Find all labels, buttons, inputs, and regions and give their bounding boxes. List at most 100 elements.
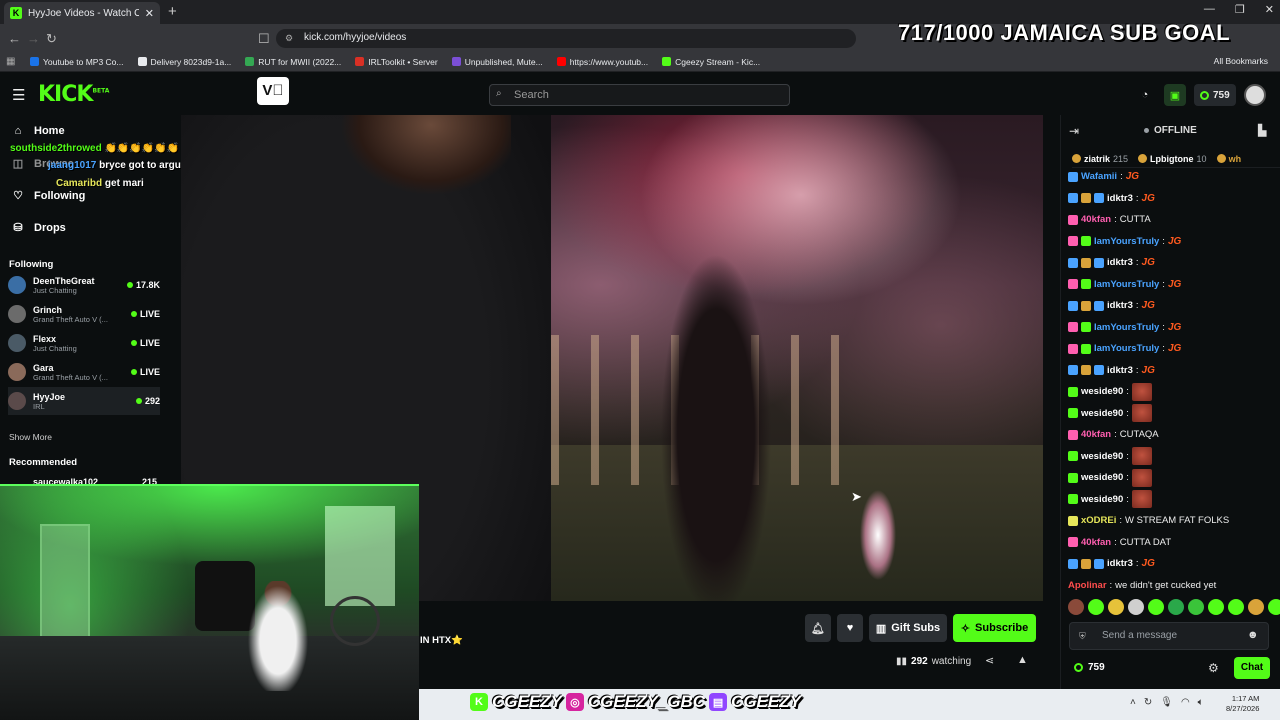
- store-icon[interactable]: ▣: [1164, 84, 1186, 106]
- back-icon[interactable]: ←: [8, 31, 21, 46]
- nav-drops[interactable]: ⛁ Drops: [12, 221, 65, 235]
- wifi-icon[interactable]: ◠: [1181, 697, 1190, 708]
- reload-icon[interactable]: ↻: [46, 31, 57, 47]
- following-channel[interactable]: Flexx Just Chatting LIVE: [8, 329, 160, 357]
- chat-username[interactable]: IamYoursTruly: [1094, 322, 1159, 333]
- chat-message[interactable]: Wafamii: JG: [1068, 166, 1278, 188]
- chat-message[interactable]: 40kfan: CUTTA: [1068, 209, 1278, 231]
- chat-username[interactable]: idktr3: [1107, 365, 1133, 376]
- chat-message[interactable]: weside90:: [1068, 467, 1278, 489]
- following-channel[interactable]: DeenTheGreat Just Chatting 17.8K: [8, 271, 160, 299]
- chat-username[interactable]: weside90: [1081, 494, 1123, 505]
- bookmark-item[interactable]: IRLToolkit • Server: [355, 57, 438, 67]
- chat-message[interactable]: 40kfan: CUTAQA: [1068, 424, 1278, 446]
- microphone-icon[interactable]: 🎙︎: [1160, 697, 1173, 708]
- chat-username[interactable]: xODREi: [1081, 515, 1116, 526]
- chat-message[interactable]: idktr3: JG: [1068, 553, 1278, 575]
- nav-following[interactable]: ♡ Following: [12, 189, 85, 203]
- chat-username[interactable]: Apolinar: [1068, 580, 1107, 591]
- chat-username[interactable]: idktr3: [1107, 193, 1133, 204]
- chat-username[interactable]: IamYoursTruly: [1094, 343, 1159, 354]
- chat-send-button[interactable]: Chat: [1234, 657, 1270, 679]
- bookmark-item[interactable]: Cgeezy Stream - Kic...: [662, 57, 760, 67]
- chat-message[interactable]: IamYoursTruly: JG: [1068, 231, 1278, 253]
- close-tab-icon[interactable]: ✕: [145, 7, 154, 20]
- browser-tab[interactable]: K HyyJoe Videos - Watch On-D ✕: [4, 2, 160, 24]
- subscribe-button[interactable]: ✧ Subscribe: [953, 614, 1036, 642]
- chat-message[interactable]: 40kfan: CUTTA DAT: [1068, 532, 1278, 554]
- chat-message[interactable]: IamYoursTruly: JG: [1068, 274, 1278, 296]
- quick-emote-icon[interactable]: [1188, 599, 1204, 615]
- apps-icon[interactable]: ▦: [6, 56, 15, 67]
- chat-username[interactable]: weside90: [1081, 408, 1123, 419]
- chat-username[interactable]: idktr3: [1107, 558, 1133, 569]
- chat-username[interactable]: weside90: [1081, 386, 1123, 397]
- quick-emote-icon[interactable]: [1208, 599, 1224, 615]
- chat-message[interactable]: Apolinar: we didn't get cucked yet: [1068, 575, 1278, 592]
- chat-input[interactable]: Send a message: [1069, 622, 1269, 650]
- quick-emote-icon[interactable]: [1168, 599, 1184, 615]
- chat-username[interactable]: idktr3: [1107, 257, 1133, 268]
- chat-message[interactable]: xODREi: W STREAM FAT FOLKS: [1068, 510, 1278, 532]
- show-more-link[interactable]: Show More: [9, 432, 52, 442]
- gift-subs-button[interactable]: ▥ Gift Subs: [869, 614, 947, 642]
- chat-message[interactable]: IamYoursTruly: JG: [1068, 338, 1278, 360]
- nav-home[interactable]: ⌂ Home: [12, 125, 65, 137]
- all-bookmarks[interactable]: All Bookmarks: [1214, 56, 1268, 66]
- chat-username[interactable]: Wafamii: [1081, 171, 1117, 182]
- chat-message[interactable]: idktr3: JG: [1068, 295, 1278, 317]
- chat-message[interactable]: idktr3: JG: [1068, 252, 1278, 274]
- following-channel[interactable]: Gara Grand Theft Auto V (... LIVE: [8, 358, 160, 386]
- menu-icon[interactable]: ☰: [12, 86, 25, 104]
- share-icon[interactable]: ⋖: [985, 654, 994, 667]
- volume-icon[interactable]: 🔈︎: [1198, 697, 1204, 708]
- bookmark-icon[interactable]: ☐: [258, 31, 270, 47]
- new-tab-icon[interactable]: +: [168, 3, 177, 20]
- chat-message[interactable]: idktr3: JG: [1068, 188, 1278, 210]
- leaderboard-entry[interactable]: Lpbigtone 10: [1138, 150, 1207, 167]
- leaderboard-entry[interactable]: ziatrik 215: [1072, 150, 1128, 167]
- chat-message[interactable]: weside90:: [1068, 403, 1278, 425]
- follow-button[interactable]: ♥: [837, 614, 863, 642]
- chat-username[interactable]: IamYoursTruly: [1094, 279, 1159, 290]
- collapse-chat-icon[interactable]: ⇥: [1069, 124, 1079, 138]
- following-channel[interactable]: Grinch Grand Theft Auto V (... LIVE: [8, 300, 160, 328]
- chat-username[interactable]: weside90: [1081, 472, 1123, 483]
- chat-username[interactable]: 40kfan: [1081, 214, 1111, 225]
- url-field[interactable]: kick.com/hyyjoe/videos: [276, 29, 856, 48]
- chat-message[interactable]: IamYoursTruly: JG: [1068, 317, 1278, 339]
- chat-username[interactable]: idktr3: [1107, 300, 1133, 311]
- kick-logo[interactable]: KICKBETA: [38, 82, 109, 107]
- quick-emote-icon[interactable]: [1088, 599, 1104, 615]
- quick-emote-icon[interactable]: [1268, 599, 1280, 615]
- quick-emote-icon[interactable]: [1128, 599, 1144, 615]
- chat-username[interactable]: IamYoursTruly: [1094, 236, 1159, 247]
- quick-emote-icon[interactable]: [1108, 599, 1124, 615]
- gear-icon[interactable]: ⚙: [1208, 661, 1219, 675]
- chat-message[interactable]: weside90:: [1068, 489, 1278, 511]
- bookmark-item[interactable]: Delivery 8023d9-1a...: [137, 57, 231, 67]
- bookmark-item[interactable]: RUT for MWII (2022...: [245, 57, 341, 67]
- channel-points[interactable]: 759: [1074, 662, 1105, 673]
- quick-emote-icon[interactable]: [1068, 599, 1084, 615]
- following-channel[interactable]: HyyJoe IRL 292: [8, 387, 160, 415]
- leaderboard-entry[interactable]: wh: [1216, 150, 1245, 167]
- bookmark-item[interactable]: Youtube to MP3 Co...: [30, 57, 124, 67]
- maximize-icon[interactable]: ❐: [1235, 3, 1245, 16]
- quick-emote-icon[interactable]: [1148, 599, 1164, 615]
- chat-username[interactable]: weside90: [1081, 451, 1123, 462]
- chat-message[interactable]: weside90:: [1068, 446, 1278, 468]
- quick-emote-icon[interactable]: [1248, 599, 1264, 615]
- quick-emote-icon[interactable]: [1228, 599, 1244, 615]
- bookmark-item[interactable]: https://www.youtub...: [556, 57, 648, 67]
- close-window-icon[interactable]: ✕: [1265, 3, 1274, 16]
- notifications-icon[interactable]: ◔: [1134, 84, 1156, 106]
- taskbar-clock[interactable]: 1:17 AM 8/27/2026: [1226, 694, 1259, 714]
- chat-username[interactable]: 40kfan: [1081, 537, 1111, 548]
- chevron-up-icon[interactable]: ˄: [1130, 697, 1136, 708]
- forward-icon[interactable]: →: [27, 31, 40, 46]
- notify-bell-button[interactable]: 🔔︎: [805, 614, 831, 642]
- minimize-icon[interactable]: —: [1204, 3, 1215, 16]
- chat-options-icon[interactable]: ▙: [1258, 124, 1266, 137]
- kicks-balance[interactable]: 759: [1194, 84, 1236, 106]
